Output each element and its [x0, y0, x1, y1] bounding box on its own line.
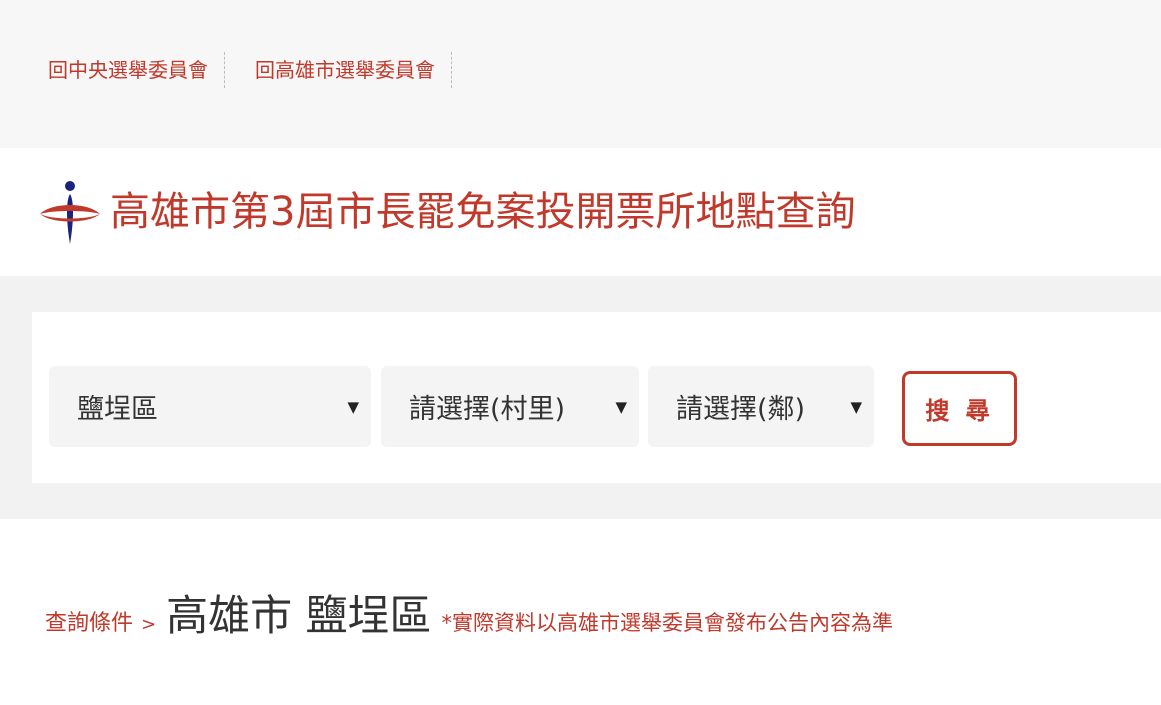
condition-separator: >	[141, 614, 157, 635]
link-kaohsiung-election-commission[interactable]: 回高雄市選舉委員會	[255, 52, 452, 88]
neighborhood-select[interactable]: 請選擇(鄰) ▼	[648, 366, 874, 447]
link-central-election-commission[interactable]: 回中央選舉委員會	[48, 52, 225, 88]
page-title: 高雄市第3屆市長罷免案投開票所地點查詢	[110, 189, 856, 235]
query-condition: 查詢條件 > 高雄市 鹽埕區 *實際資料以高雄市選舉委員會發布公告內容為準	[45, 582, 893, 643]
district-select-value: 鹽埕區	[77, 394, 158, 425]
village-select-value: 請選擇(村里)	[409, 394, 566, 425]
village-select[interactable]: 請選擇(村里) ▼	[381, 366, 639, 447]
chevron-down-icon: ▼	[850, 397, 862, 416]
chevron-down-icon: ▼	[347, 397, 359, 416]
district-select[interactable]: 鹽埕區 ▼	[49, 366, 371, 447]
search-button[interactable]: 搜 尋	[902, 371, 1017, 446]
neighborhood-select-value: 請選擇(鄰)	[676, 394, 806, 425]
condition-value: 高雄市 鹽埕區	[166, 591, 432, 640]
top-links: 回中央選舉委員會 回高雄市選舉委員會	[48, 52, 452, 88]
cec-logo-icon	[40, 181, 100, 244]
chevron-down-icon: ▼	[615, 397, 627, 416]
condition-note: *實際資料以高雄市選舉委員會發布公告內容為準	[441, 611, 893, 635]
condition-label: 查詢條件	[45, 611, 134, 636]
